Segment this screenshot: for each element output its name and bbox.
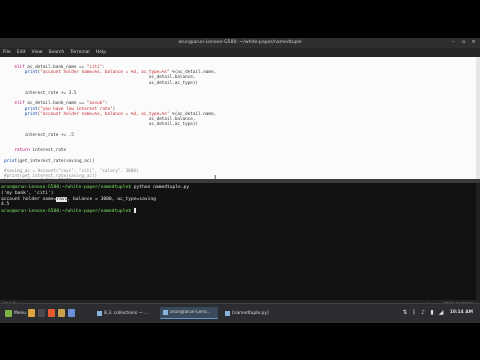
window-controls: – ▫ × [451,40,476,45]
window-title: arun@arun-Lenovo-G580: ~/white-paper/nam… [178,40,302,45]
terminal-line-segment: arun@arun-Lenovo-G580:~/white-paper/name… [1,209,134,215]
terminal-pane[interactable]: arun@arun-Lenovo-G580:~/white-paper/name… [0,183,476,300]
code-line-segment: interest_rate [29,148,67,154]
task-browser[interactable]: 8.3. collections — ... [94,307,156,319]
start-menu-label: Menu [14,310,27,316]
menu-view[interactable]: View [32,48,43,57]
taskbar: Menu 8.3. collections — ... arun@arun-Le… [0,303,480,323]
bluetooth-icon[interactable]: ᛒ [411,309,417,316]
terminal-line-segment: ravi [56,196,68,202]
menu-edit[interactable]: Edit [17,48,26,57]
task-editor[interactable]: [namedtuple.py] [222,307,278,319]
editor-task-icon [225,310,230,316]
window-titlebar[interactable]: arun@arun-Lenovo-G580: ~/white-paper/nam… [0,38,480,48]
menu-help[interactable]: Help [96,48,106,57]
menu-search[interactable]: Search [49,48,65,57]
signal-icon[interactable]: ◢ [438,309,444,316]
terminal-icon[interactable] [38,309,45,317]
code-line-segment: return [14,148,30,154]
battery-icon[interactable]: ▮ [429,309,435,316]
code-line: ac_detail.ac_type)) [4,81,216,86]
task-terminal-label: arun@arun-Leno... [170,310,211,315]
terminal-line-segment: arun@arun-Lenovo-G580:~/white-paper/name… [1,185,134,190]
terminal-line-segment: account holder name= [1,196,57,202]
browser-icon[interactable] [48,309,55,317]
vim-editor-pane[interactable]: elif ac_detail.bank_name == "citi": prin… [0,57,476,184]
minimize-icon[interactable]: – [451,40,456,45]
network-icon[interactable]: ⇅ [402,309,408,316]
menubar: File Edit View Search Terminal Help [0,48,480,57]
terminal-task-icon [163,310,168,315]
editor-code: elif ac_detail.bank_name == "citi": prin… [4,65,216,185]
terminal-line-segment: 4.5 [1,202,10,208]
terminal-line-segment: python namedtuple.py [133,185,190,190]
maximize-icon[interactable]: ▫ [461,40,466,45]
volume-icon[interactable]: ♪ [420,309,426,316]
files-icon[interactable] [28,309,35,317]
code-line-segment: interest_rate += 3.5 [4,91,77,97]
terminal-cursor [133,208,136,214]
task-editor-label: [namedtuple.py] [232,310,269,316]
terminal-output: arun@arun-Lenovo-G580:~/white-paper/name… [1,185,189,215]
terminal-line-segment: , balance = 3000, ac_type=saving [67,196,156,202]
mint-logo-icon [5,309,12,317]
code-line-segment: interest_rate += .5 [4,132,74,138]
desktop-screen: arun@arun-Lenovo-G580: ~/white-paper/nam… [0,38,480,322]
menu-terminal[interactable]: Terminal [70,48,89,57]
code-line-segment: ac_detail.ac_type)) [4,80,199,86]
code-line-segment: ac_detail.ac_type)) [4,122,199,128]
editor-scrollbar[interactable] [476,57,480,179]
task-terminal[interactable]: arun@arun-Leno... [160,307,218,319]
close-icon[interactable]: × [471,40,476,45]
code-line: ac_detail.ac_type)) [4,122,216,127]
menu-file[interactable]: File [3,48,11,57]
terminal-line-segment: ('my bank', 'citi') [1,190,54,196]
code-line-segment: (get_interest_rate(saving_ac)) [16,158,95,164]
terminal-scrollbar[interactable] [476,183,480,300]
task-browser-label: 8.3. collections — ... [104,310,149,316]
browser-task-icon [97,310,102,316]
start-menu-button[interactable]: Menu [2,307,29,319]
terminal-line: arun@arun-Lenovo-G580:~/white-paper/name… [1,208,189,215]
clock[interactable]: 10:14 AM [450,307,473,319]
editor-icon[interactable] [68,309,75,317]
folder-icon[interactable] [58,309,65,317]
